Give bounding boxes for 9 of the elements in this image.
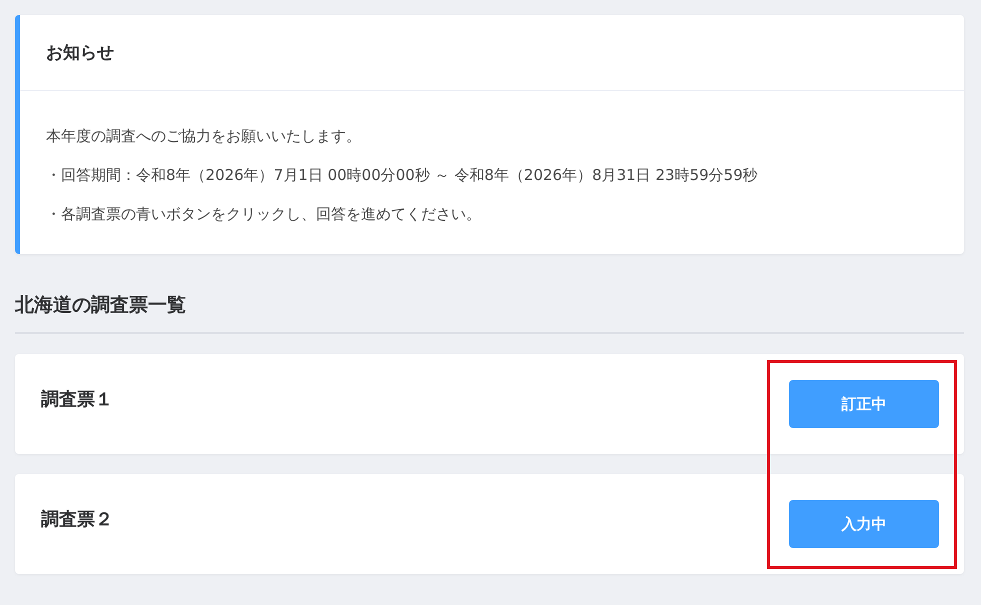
notice-text: ・各調査票の青いボタンをクリックし、回答を進めてください。 [46, 204, 482, 225]
survey-name: 調査票２ [41, 508, 113, 531]
notice-text: ・回答期間：令和8年（2026年）7月1日 00時00分00秒 ～ 令和8年（2026年）8月31日 23時59分59秒 [46, 165, 759, 186]
section-title: 北海道の調査票一覧 [15, 292, 964, 334]
status-button[interactable]: 訂正中 [789, 380, 939, 428]
notice-text: 本年度の調査へのご協力をお願いいたします。 [46, 126, 362, 147]
status-button[interactable]: 入力中 [789, 500, 939, 548]
notice-title: お知らせ [20, 15, 964, 91]
survey-name: 調査票１ [41, 388, 113, 411]
